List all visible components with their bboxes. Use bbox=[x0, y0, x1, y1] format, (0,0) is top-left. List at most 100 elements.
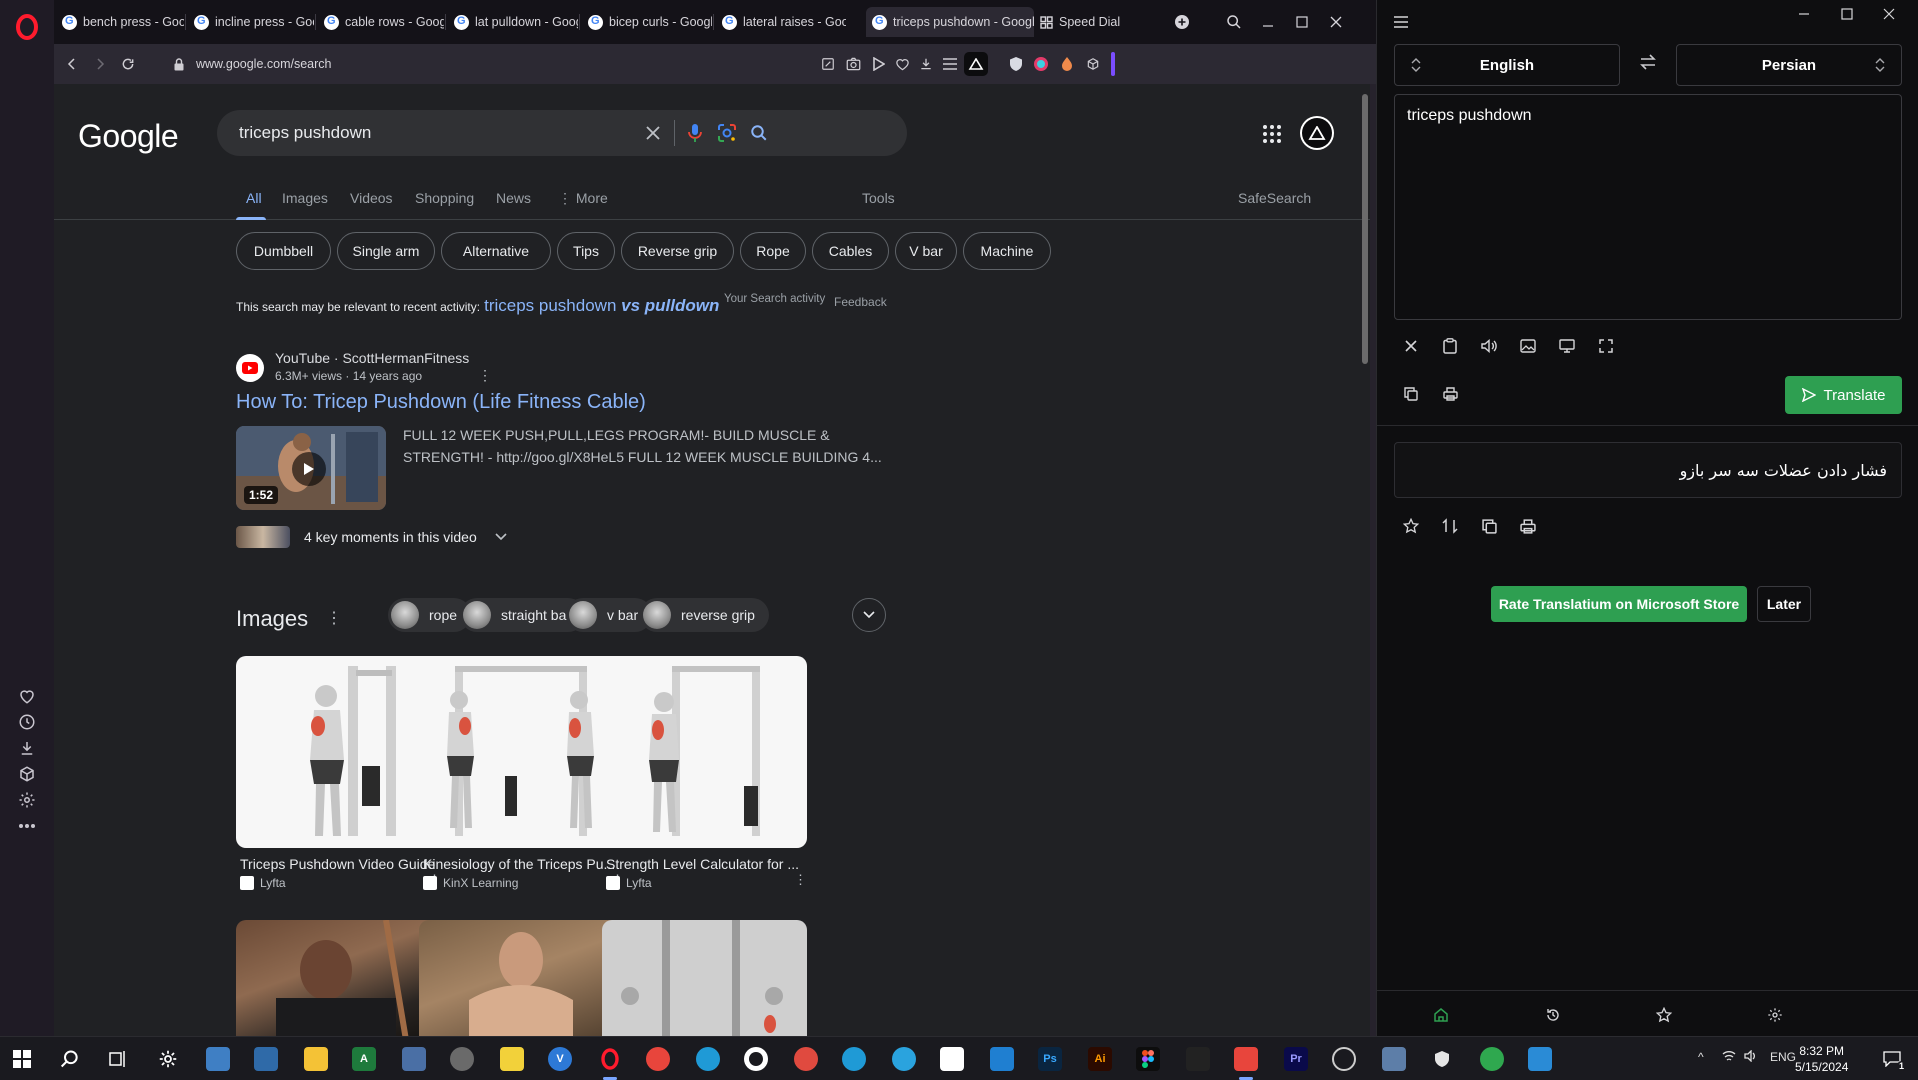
tab-news[interactable]: News bbox=[496, 190, 531, 206]
image-ocr-icon[interactable] bbox=[1516, 334, 1540, 358]
minimize-icon[interactable] bbox=[1792, 4, 1816, 24]
reload-icon[interactable] bbox=[116, 52, 140, 76]
back-arrow-icon[interactable] bbox=[60, 52, 84, 76]
voice-search-mic-icon[interactable] bbox=[683, 121, 707, 145]
search-submit-icon[interactable] bbox=[747, 121, 771, 145]
browser-tab[interactable]: lat pulldown - Goog bbox=[448, 9, 578, 35]
forward-arrow-icon[interactable] bbox=[88, 52, 112, 76]
settings-gear-icon[interactable] bbox=[1763, 1003, 1787, 1027]
chrome-profile-icon[interactable] bbox=[794, 1047, 818, 1071]
fullscreen-icon[interactable] bbox=[1594, 334, 1618, 358]
google-lens-icon[interactable] bbox=[715, 121, 739, 145]
obs-icon[interactable] bbox=[744, 1047, 768, 1071]
source-language-select[interactable]: English bbox=[1394, 44, 1620, 86]
copy-result-icon[interactable] bbox=[1477, 514, 1501, 538]
search-activity-link[interactable]: Your Search activity bbox=[724, 293, 825, 305]
browser-tab-active[interactable]: triceps pushdown - Googl bbox=[866, 7, 1034, 37]
feedback-link[interactable]: Feedback bbox=[834, 295, 887, 309]
page-scrollbar[interactable] bbox=[1362, 94, 1368, 364]
source-text-area[interactable]: triceps pushdown bbox=[1394, 94, 1902, 320]
browser-tab[interactable]: cable rows - Google bbox=[318, 9, 444, 35]
image-title[interactable]: Kinesiology of the Triceps Pu... bbox=[419, 856, 624, 872]
safesearch-button[interactable]: SafeSearch bbox=[1238, 190, 1311, 206]
tab-shopping[interactable]: Shopping bbox=[415, 190, 474, 206]
minimize-icon[interactable] bbox=[1256, 10, 1280, 34]
google-apps-grid-icon[interactable] bbox=[1262, 124, 1282, 144]
security-shield-icon[interactable] bbox=[1430, 1047, 1454, 1071]
result-more-vertical-icon[interactable]: ⋮ bbox=[478, 367, 492, 384]
photos-app-icon[interactable] bbox=[1528, 1047, 1552, 1071]
control-panel-icon[interactable] bbox=[206, 1047, 230, 1071]
later-button[interactable]: Later bbox=[1757, 586, 1811, 622]
clear-x-icon[interactable] bbox=[1399, 334, 1423, 358]
google-logo[interactable]: Google bbox=[78, 118, 179, 155]
play-video-icon[interactable] bbox=[868, 54, 888, 74]
excel-icon[interactable]: A bbox=[352, 1047, 376, 1071]
copy-icon[interactable] bbox=[1399, 382, 1423, 406]
windows-start-icon[interactable] bbox=[10, 1047, 34, 1071]
tab-all[interactable]: All bbox=[246, 190, 262, 206]
edge-icon[interactable] bbox=[696, 1047, 720, 1071]
image-filter-chip[interactable]: reverse grip bbox=[640, 598, 769, 632]
refine-chip[interactable]: Rope bbox=[740, 232, 806, 270]
image-title[interactable]: Strength Level Calculator for ... bbox=[602, 856, 807, 872]
browser-tab[interactable]: incline press - Goog bbox=[188, 9, 314, 35]
phrasebook-star-icon[interactable] bbox=[1652, 1003, 1676, 1027]
close-window-icon[interactable] bbox=[1324, 10, 1348, 34]
image-thumbnail[interactable] bbox=[419, 656, 624, 848]
expand-chips-chevron-icon[interactable] bbox=[852, 598, 886, 632]
eye-app-icon[interactable] bbox=[1186, 1047, 1210, 1071]
history-icon[interactable] bbox=[13, 708, 41, 736]
file-explorer-icon[interactable] bbox=[304, 1047, 328, 1071]
notes-app-icon[interactable] bbox=[500, 1047, 524, 1071]
input-language[interactable]: ENG bbox=[1770, 1050, 1796, 1064]
account-avatar[interactable] bbox=[1300, 116, 1334, 150]
heart-icon[interactable] bbox=[13, 682, 41, 710]
screen-capture-icon[interactable] bbox=[1555, 334, 1579, 358]
flame-extension-icon[interactable] bbox=[1057, 54, 1077, 74]
refine-chip[interactable]: Cables bbox=[812, 232, 889, 270]
maximize-icon[interactable] bbox=[1290, 10, 1314, 34]
home-icon[interactable] bbox=[1429, 1003, 1453, 1027]
clear-search-icon[interactable] bbox=[641, 121, 665, 145]
maximize-icon[interactable] bbox=[1835, 4, 1859, 24]
tools-button[interactable]: Tools bbox=[862, 190, 895, 206]
swap-vertical-icon[interactable] bbox=[1438, 514, 1462, 538]
opera-logo-icon[interactable] bbox=[14, 12, 40, 42]
clipboard-icon[interactable] bbox=[1438, 334, 1462, 358]
refine-chip[interactable]: Alternative bbox=[441, 232, 551, 270]
print-result-icon[interactable] bbox=[1516, 514, 1540, 538]
settings-app-icon[interactable] bbox=[156, 1047, 180, 1071]
wifi-icon[interactable] bbox=[1722, 1050, 1736, 1062]
image-result-card[interactable]: Kinesiology of the Triceps Pu... KinX Le… bbox=[419, 656, 624, 890]
rate-app-button[interactable]: Rate Translatium on Microsoft Store bbox=[1491, 586, 1747, 622]
adblock-shield-icon[interactable] bbox=[1006, 54, 1026, 74]
figma-icon[interactable] bbox=[1136, 1047, 1160, 1071]
browser-tab[interactable]: lateral raises - Goog bbox=[716, 9, 846, 35]
print-icon[interactable] bbox=[1438, 382, 1462, 406]
image-more-vertical-icon[interactable]: ⋮ bbox=[794, 872, 807, 888]
snapshot-camera-icon[interactable] bbox=[843, 54, 863, 74]
premiere-icon[interactable]: Pr bbox=[1284, 1047, 1308, 1071]
photoshop-icon[interactable]: Ps bbox=[1038, 1047, 1062, 1071]
image-thumbnail[interactable] bbox=[236, 920, 441, 1036]
extensions-cube-icon[interactable] bbox=[1083, 54, 1103, 74]
vscode-icon[interactable] bbox=[990, 1047, 1014, 1071]
notification-center-icon[interactable]: 1 bbox=[1880, 1047, 1906, 1071]
tab-videos[interactable]: Videos bbox=[350, 190, 393, 206]
refine-chip[interactable]: Dumbbell bbox=[236, 232, 331, 270]
clock[interactable]: 8:32 PM 5/15/2024 bbox=[1795, 1043, 1848, 1075]
result-title-link[interactable]: How To: Tricep Pushdown (Life Fitness Ca… bbox=[236, 391, 646, 414]
opera-taskbar-icon[interactable] bbox=[598, 1047, 622, 1071]
illustrator-icon[interactable]: Ai bbox=[1088, 1047, 1112, 1071]
refine-chip[interactable]: Machine bbox=[963, 232, 1051, 270]
image-thumbnail[interactable] bbox=[602, 920, 807, 1036]
speaker-icon[interactable] bbox=[1477, 334, 1501, 358]
color-extension-icon[interactable] bbox=[1031, 54, 1051, 74]
chatgpt-icon[interactable] bbox=[1332, 1047, 1356, 1071]
cube-extensions-icon[interactable] bbox=[13, 760, 41, 788]
steam-icon[interactable] bbox=[450, 1047, 474, 1071]
image-thumbnail[interactable] bbox=[419, 920, 624, 1036]
tray-chevron-up-icon[interactable]: ^ bbox=[1698, 1050, 1704, 1064]
refine-chip[interactable]: Tips bbox=[557, 232, 615, 270]
